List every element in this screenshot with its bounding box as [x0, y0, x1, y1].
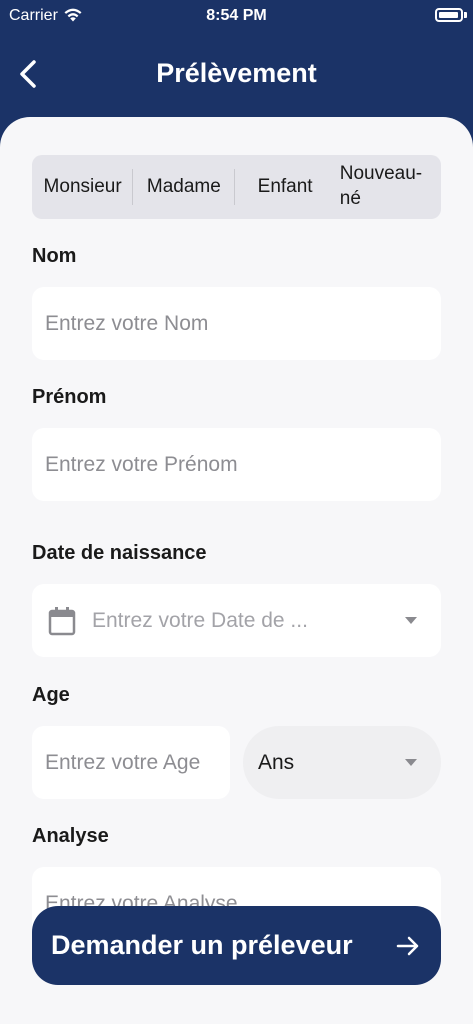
request-sampler-button[interactable]: Demander un préleveur: [32, 906, 441, 985]
form-sheet: Monsieur Madame Enfant Nouveau- né Nom P…: [0, 117, 473, 1024]
age-input[interactable]: [45, 750, 230, 775]
segment-monsieur[interactable]: Monsieur: [32, 155, 134, 219]
caret-down-icon: [405, 617, 417, 624]
status-bar: Carrier 8:54 PM: [0, 0, 473, 34]
arrow-right-icon: [396, 936, 419, 955]
nom-field[interactable]: [32, 287, 441, 360]
prenom-field[interactable]: [32, 428, 441, 501]
prenom-input[interactable]: [45, 452, 441, 477]
age-unit-value: Ans: [258, 750, 295, 774]
date-placeholder: Entrez votre Date de ...: [92, 608, 308, 632]
nom-label: Nom: [32, 245, 77, 267]
prenom-label: Prénom: [32, 386, 107, 408]
age-unit-select[interactable]: Ans: [243, 726, 441, 799]
segment-label: Nouveau- né: [339, 163, 423, 209]
header: Prélèvement: [0, 34, 473, 124]
date-label: Date de naissance: [32, 542, 207, 564]
date-picker-field[interactable]: Entrez votre Date de ...: [32, 584, 441, 657]
battery-icon: [435, 8, 463, 22]
calendar-icon: [48, 606, 76, 635]
segment-madame[interactable]: Madame: [133, 155, 235, 219]
segment-nouveau-ne[interactable]: Nouveau- né: [336, 155, 441, 219]
gender-segmented-control: Monsieur Madame Enfant Nouveau- né: [32, 155, 441, 219]
segment-label: Enfant: [257, 175, 313, 197]
segment-label: Monsieur: [43, 175, 122, 197]
segment-enfant[interactable]: Enfant: [235, 155, 336, 219]
analyse-label: Analyse: [32, 825, 109, 847]
age-field[interactable]: [32, 726, 230, 799]
page-title: Prélèvement: [156, 58, 317, 88]
cta-label: Demander un préleveur: [51, 930, 353, 960]
age-label: Age: [32, 684, 70, 706]
nom-input[interactable]: [45, 311, 441, 336]
caret-down-icon: [405, 759, 417, 766]
battery-tip: [464, 12, 467, 18]
status-time: 8:54 PM: [206, 7, 267, 24]
segment-label: Madame: [146, 175, 221, 197]
